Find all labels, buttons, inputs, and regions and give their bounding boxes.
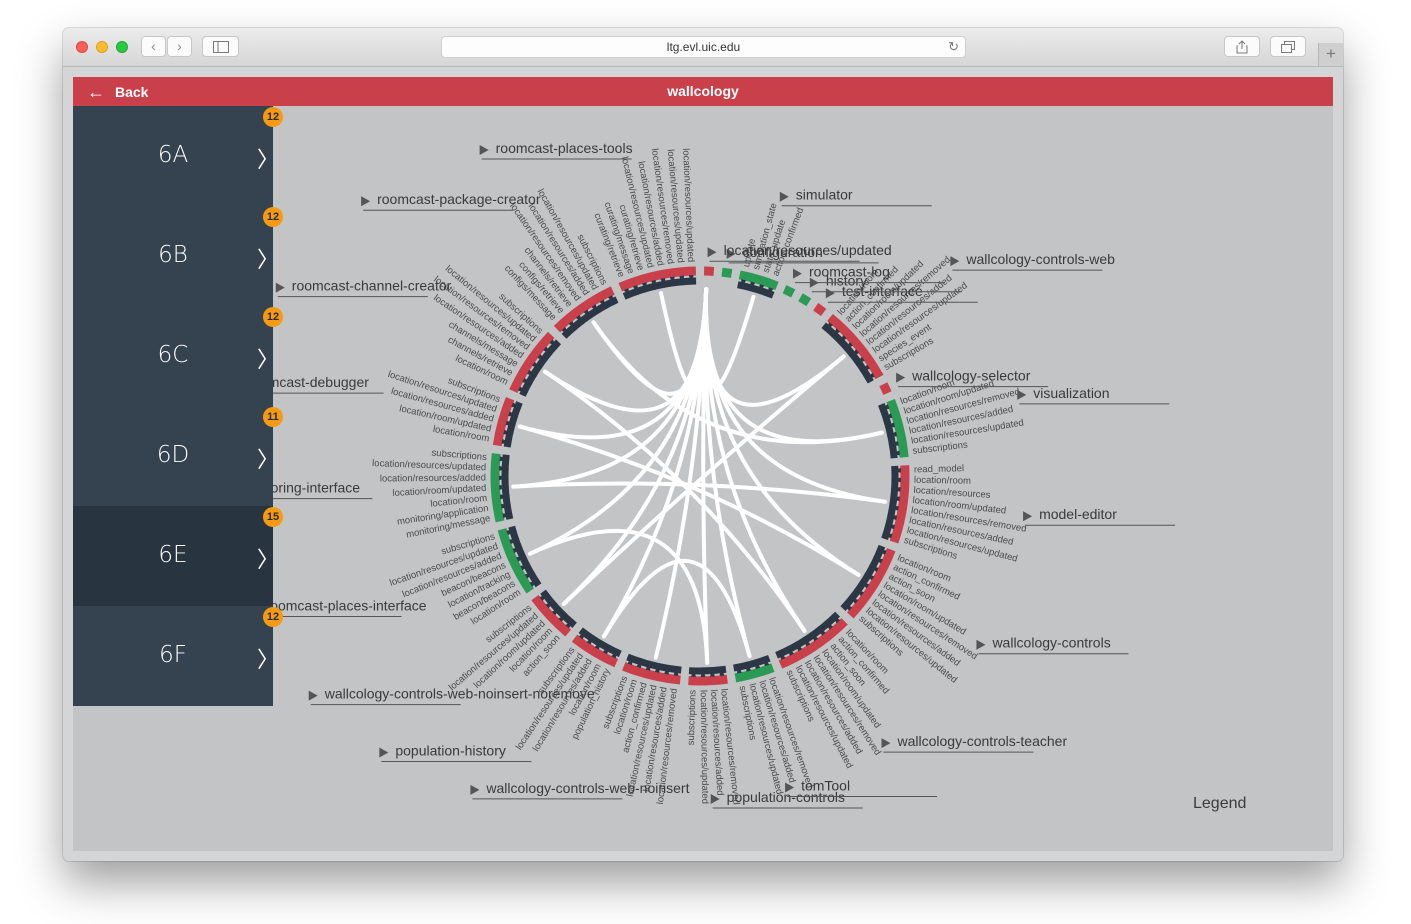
share-button[interactable] (1224, 36, 1260, 57)
group-label: 6C (157, 342, 189, 368)
component-title[interactable]: simulator (796, 187, 853, 203)
new-tab-button[interactable]: + (1318, 43, 1343, 66)
sidebar-toggle-button[interactable] (202, 36, 239, 57)
share-icon (1236, 40, 1248, 54)
component-title[interactable]: wallcology-controls-web-noinsert (485, 780, 689, 796)
component-title[interactable]: roomcast-package-creator (377, 191, 541, 207)
browser-forward-button[interactable]: › (167, 36, 192, 57)
component-arc[interactable] (782, 285, 796, 298)
tabs-overview-button[interactable] (1270, 36, 1306, 57)
play-icon[interactable] (825, 288, 835, 299)
group-count-badge: 11 (263, 407, 283, 427)
group-label: 6D (156, 442, 190, 468)
component-arc[interactable] (721, 267, 733, 278)
app-header: ← Back wallcology (73, 77, 1333, 106)
play-icon[interactable] (361, 196, 371, 207)
play-icon[interactable] (470, 784, 480, 795)
chevron-right-icon: 〉 (257, 548, 280, 573)
subscription-link (602, 559, 752, 657)
channel-label: location/resources/updated (698, 690, 711, 804)
group-label: 6F (159, 642, 187, 668)
group-count-badge: 12 (263, 307, 283, 327)
group-label: 6B (158, 242, 188, 268)
component-title[interactable]: roomcast-log (809, 264, 890, 280)
component-title[interactable]: wallcology-selector (911, 368, 1031, 384)
labels: location/resources/updated location/resou… (220, 140, 1176, 809)
play-icon[interactable] (950, 256, 960, 267)
browser-back-button[interactable]: ‹ (141, 36, 166, 57)
component-arc[interactable] (688, 674, 728, 686)
page-title: wallcology (667, 83, 739, 99)
component-title[interactable]: visualization (1033, 385, 1109, 401)
component-title[interactable]: population-history (395, 743, 506, 759)
chevron-right-icon: › (177, 38, 182, 54)
chevron-right-icon: 〉 (257, 448, 280, 473)
play-icon[interactable] (379, 747, 389, 758)
component-title[interactable]: wallcology-controls (991, 635, 1110, 651)
component-title[interactable]: model-editor (1039, 506, 1117, 522)
component-arc[interactable] (490, 453, 505, 523)
component-title[interactable]: roomcast-channel-creator (292, 278, 452, 294)
chevron-left-icon: ‹ (151, 38, 156, 54)
component-title[interactable]: wallcology-controls-web (965, 251, 1115, 267)
component-title[interactable]: roomcast-places-tools (496, 140, 633, 156)
group-count-badge: 15 (263, 507, 283, 527)
subscription-link (511, 287, 709, 489)
component-title[interactable]: location/resources/updated (724, 242, 892, 258)
subscription-link (527, 287, 709, 556)
component-title[interactable]: roomcast-places-interface (266, 598, 427, 614)
browser-window: ‹ › ltg.evl.uic.edu ↻ + ← Back wallcology… (63, 28, 1343, 861)
close-window-button[interactable] (76, 41, 88, 53)
component-title[interactable]: wallcology-controls-teacher (896, 733, 1067, 749)
address-bar[interactable]: ltg.evl.uic.edu ↻ (441, 36, 966, 58)
group-count-badge: 12 (263, 107, 283, 127)
chevron-right-icon: 〉 (257, 348, 280, 373)
browser-titlebar: ‹ › ltg.evl.uic.edu ↻ + (63, 28, 1343, 67)
channel-label: subscriptions (686, 689, 699, 745)
chevron-right-icon: 〉 (257, 148, 280, 173)
plus-icon: + (1326, 44, 1336, 63)
component-arc[interactable] (798, 293, 812, 307)
url-text: ltg.evl.uic.edu (666, 40, 741, 54)
sidebar-group-6f[interactable]: 6F 〉 (73, 606, 279, 706)
play-icon[interactable] (896, 372, 906, 383)
group-label: 6E (158, 542, 188, 568)
play-icon[interactable] (1017, 389, 1027, 400)
group-sidebar: 6A 〉 12 6B 〉 12 6C 〉 12 6D 〉 11 6E 〉 15 6F 〉 12 (73, 106, 283, 706)
zoom-window-button[interactable] (116, 41, 128, 53)
play-icon[interactable] (792, 268, 802, 279)
play-icon[interactable] (1023, 511, 1033, 522)
group-count-badge: 12 (263, 207, 283, 227)
play-icon[interactable] (707, 247, 717, 258)
sidebar-group-6b[interactable]: 6B 〉 (73, 206, 279, 306)
sidebar-group-6c[interactable]: 6C 〉 (73, 306, 279, 406)
component-arc[interactable] (813, 303, 827, 317)
play-icon[interactable] (779, 191, 789, 202)
sidebar-group-6d[interactable]: 6D 〉 (73, 406, 279, 506)
reload-icon[interactable]: ↻ (948, 39, 959, 55)
minimize-window-button[interactable] (96, 41, 108, 53)
channel-label: location/room (914, 475, 971, 487)
chevron-right-icon: 〉 (257, 648, 280, 673)
play-icon[interactable] (976, 639, 986, 650)
legend-button[interactable]: Legend (1193, 795, 1246, 813)
group-count-badge: 12 (263, 607, 283, 627)
sidebar-group-6a[interactable]: 6A 〉 (73, 106, 279, 206)
sidebar-icon (212, 41, 229, 53)
group-label: 6A (157, 142, 189, 168)
links (511, 287, 888, 665)
component-title[interactable]: tomTool (801, 777, 850, 793)
tabs-icon (1281, 41, 1295, 53)
play-icon[interactable] (275, 282, 285, 293)
component-arc[interactable] (879, 382, 892, 395)
play-icon[interactable] (308, 690, 318, 701)
subscription-link (519, 424, 860, 577)
subscription-link (703, 287, 846, 407)
channel-label: read_model (914, 463, 964, 475)
play-icon[interactable] (881, 738, 891, 749)
play-icon[interactable] (479, 144, 489, 155)
sidebar-group-6e[interactable]: 6E 〉 (73, 506, 279, 606)
main-content: location/resources/updated location/resou… (73, 106, 1333, 851)
chevron-right-icon: 〉 (257, 248, 280, 273)
